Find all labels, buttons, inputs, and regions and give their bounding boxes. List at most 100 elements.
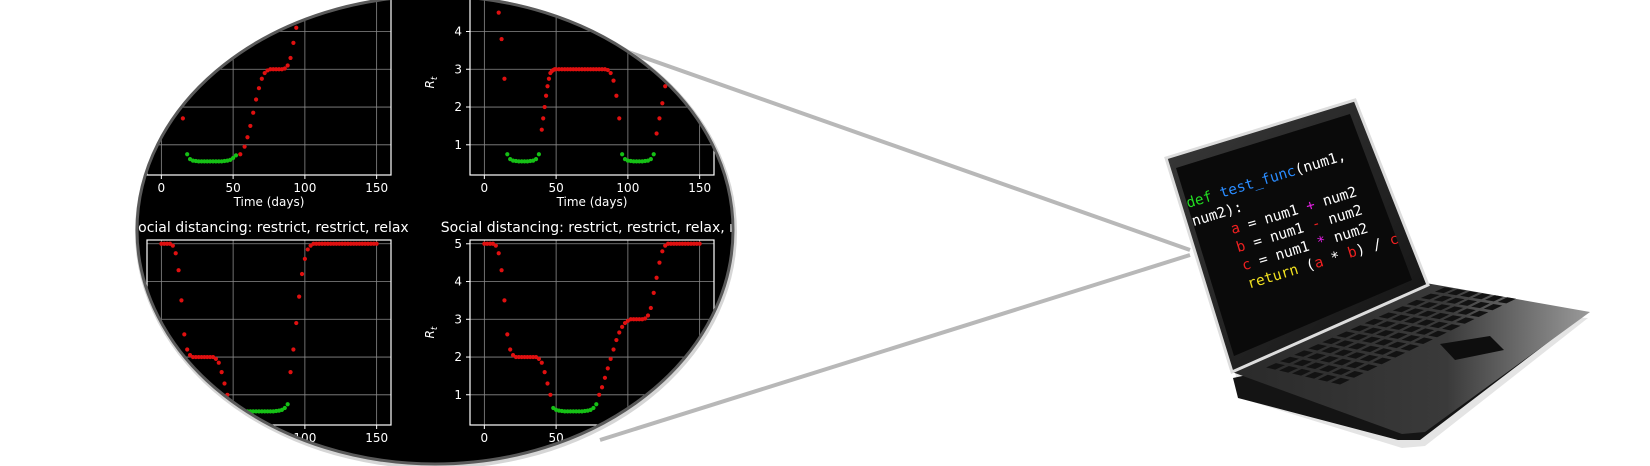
magnified-code-diagram: 050100150Time (days)05010015012345Time (… — [135, 0, 1590, 466]
data-point-restrict — [617, 116, 622, 121]
data-point-restrict — [657, 260, 662, 265]
plot-title: Social distancing: restrict, restrict, r… — [441, 220, 743, 236]
data-point-restrict — [299, 0, 305, 4]
data-point-relax — [505, 152, 510, 157]
data-point-restrict — [645, 313, 651, 318]
data-point-restrict — [599, 385, 605, 390]
data-point-relax — [285, 402, 290, 407]
data-point-restrict — [291, 40, 296, 45]
data-point-restrict — [173, 251, 178, 256]
data-point-restrict — [291, 347, 296, 352]
data-point-restrict — [170, 243, 175, 248]
y-tick-label: 4 — [454, 25, 462, 39]
data-point-restrict — [496, 251, 501, 256]
data-point-relax — [533, 157, 539, 162]
data-point-restrict — [608, 356, 613, 362]
data-point-restrict — [219, 370, 224, 375]
data-point-restrict — [543, 93, 549, 98]
data-point-restrict — [297, 10, 302, 15]
laptop: def test_func(num1,num2): a = num1 + num… — [1164, 98, 1590, 448]
data-point-restrict — [654, 275, 659, 280]
x-axis-label: Time (days) — [233, 195, 305, 209]
data-point-relax — [233, 153, 239, 158]
data-point-relax — [651, 152, 656, 157]
data-point-restrict — [546, 76, 552, 81]
y-tick-label: 3 — [454, 312, 462, 326]
y-axis-label-main: R — [423, 80, 437, 88]
data-point-restrict — [245, 135, 250, 140]
data-point-restrict — [297, 294, 302, 299]
data-point-relax — [536, 152, 541, 157]
data-point-restrict — [539, 127, 544, 132]
data-point-restrict — [548, 392, 553, 397]
y-tick-label: 1 — [454, 138, 462, 152]
data-point-restrict — [499, 268, 504, 273]
data-point-restrict — [536, 356, 541, 362]
data-point-restrict — [542, 370, 547, 375]
data-point-restrict — [660, 101, 665, 106]
data-point-relax — [594, 402, 599, 407]
data-point-restrict — [248, 123, 253, 129]
data-point-restrict — [179, 298, 184, 303]
data-point-restrict — [496, 10, 501, 15]
x-tick-label: 150 — [688, 181, 711, 195]
data-point-restrict — [614, 337, 619, 343]
data-point-restrict — [251, 110, 256, 115]
y-tick-label: 5 — [454, 0, 462, 1]
data-point-restrict — [294, 320, 299, 326]
data-point-restrict — [180, 116, 185, 121]
data-point-restrict — [508, 347, 513, 352]
data-point-relax — [591, 405, 596, 411]
y-tick-label: 2 — [454, 100, 462, 114]
data-point-restrict — [545, 381, 550, 386]
x-tick-label: 0 — [481, 431, 489, 445]
data-point-restrict — [697, 241, 702, 246]
data-point-restrict — [213, 356, 218, 362]
data-point-restrict — [222, 381, 227, 386]
data-point-relax — [185, 152, 190, 157]
data-point-restrict — [614, 93, 619, 98]
data-point-restrict — [299, 271, 305, 277]
x-tick-label: 100 — [293, 181, 316, 195]
data-point-restrict — [657, 116, 662, 121]
y-tick-label: 5 — [454, 237, 462, 251]
data-point-restrict — [499, 36, 504, 42]
x-tick-label: 150 — [365, 431, 388, 445]
data-point-restrict — [611, 347, 616, 352]
data-point-relax — [282, 405, 287, 411]
x-tick-label: 0 — [481, 181, 489, 195]
x-tick-label: 50 — [225, 181, 240, 195]
data-point-restrict — [597, 392, 602, 397]
y-tick-label: 1 — [454, 388, 462, 402]
data-point-relax — [648, 157, 653, 162]
data-point-restrict — [176, 268, 181, 273]
x-tick-label: 50 — [548, 181, 563, 195]
data-point-restrict — [493, 243, 498, 248]
y-tick-label: 2 — [454, 350, 462, 364]
data-point-restrict — [288, 55, 293, 61]
magnifier-lens: 050100150Time (days)05010015012345Time (… — [135, 0, 743, 466]
data-point-restrict — [542, 104, 547, 110]
x-tick-label: 0 — [158, 181, 166, 195]
data-point-restrict — [541, 116, 546, 121]
data-point-restrict — [620, 324, 625, 329]
data-point-restrict — [305, 247, 310, 252]
y-axis-label-subscript: t — [430, 326, 440, 330]
data-point-restrict — [216, 360, 221, 365]
data-point-restrict — [238, 152, 243, 157]
x-tick-label: 150 — [365, 181, 388, 195]
x-tick-label: 100 — [616, 181, 639, 195]
data-point-restrict — [660, 249, 665, 254]
data-point-restrict — [502, 298, 507, 303]
data-point-restrict — [285, 63, 290, 68]
data-point-restrict — [505, 332, 510, 337]
data-point-restrict — [654, 131, 659, 136]
data-point-restrict — [302, 256, 307, 261]
data-point-restrict — [182, 332, 187, 337]
data-point-restrict — [374, 241, 379, 246]
data-point-restrict — [651, 290, 656, 295]
x-axis-label: Time (days) — [556, 195, 628, 209]
data-point-restrict — [242, 144, 247, 149]
y-tick-label: 4 — [454, 275, 462, 289]
data-point-relax — [228, 405, 233, 411]
